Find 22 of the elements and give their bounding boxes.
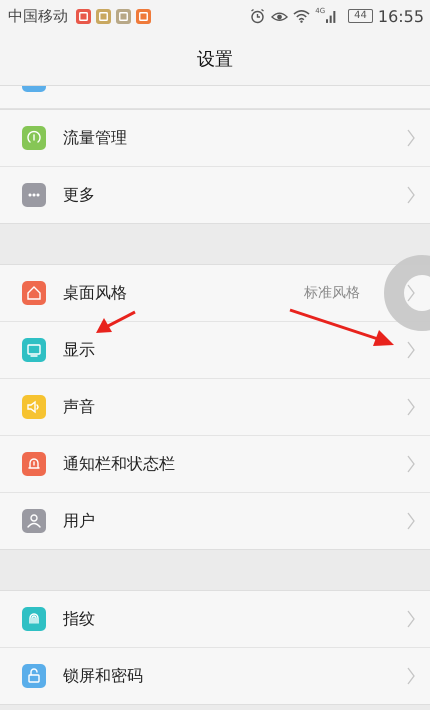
settings-item[interactable]: 更多 [0, 167, 430, 223]
item-label: 通知栏和状态栏 [63, 454, 176, 474]
item-label: 声音 [63, 396, 96, 418]
settings-item[interactable]: 指纹 [0, 591, 430, 648]
item-label: 显示 [63, 340, 96, 360]
carrier-name: 中国移动 [8, 6, 68, 26]
settings-item[interactable]: 通知栏和状态栏 [0, 436, 430, 493]
item-label: 指纹 [63, 608, 96, 630]
item-label: 更多 [63, 184, 96, 206]
item-label: 用户 [63, 510, 96, 532]
settings-item[interactable]: 用户 [0, 493, 430, 549]
page-title: 设置 [197, 48, 233, 70]
item-label: 流量管理 [63, 128, 128, 148]
item-value: 标准风格 [304, 284, 360, 302]
clock-time: 16:55 [378, 6, 424, 26]
item-label: 桌面风格 [63, 282, 128, 304]
settings-item[interactable]: 桌面风格 标准风格 [0, 265, 430, 322]
battery-level: 44 [348, 9, 373, 23]
item-label: 锁屏和密码 [63, 666, 144, 686]
settings-item[interactable]: 锁屏和密码 [0, 648, 430, 704]
settings-item[interactable]: 声音 [0, 379, 430, 436]
settings-item[interactable]: 流量管理 [0, 110, 430, 167]
